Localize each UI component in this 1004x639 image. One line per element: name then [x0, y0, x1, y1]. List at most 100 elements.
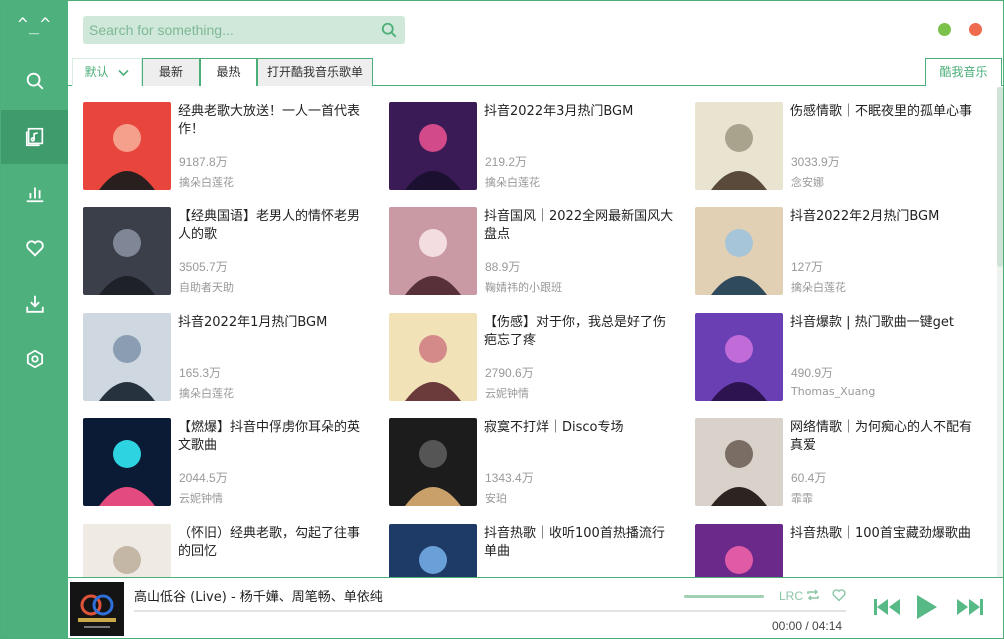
now-playing-cover[interactable]	[70, 582, 124, 636]
playlist-card[interactable]: 网络情歌｜为何痴心的人不配有真爱 60.4万 霏霏	[695, 418, 985, 510]
playlist-card[interactable]: 抖音2022年2月热门BGM 127万擒朵白莲花	[695, 207, 985, 299]
play-count: 2790.6万	[485, 366, 534, 380]
playlist-cover[interactable]	[83, 207, 171, 295]
settings-icon	[26, 349, 43, 369]
playlist-author[interactable]: 擒朵白莲花	[179, 174, 234, 190]
playlist-card[interactable]: 寂寞不打烊｜Disco专场 1343.4万 安珀	[389, 418, 679, 510]
sidebar-item-search[interactable]	[1, 54, 68, 108]
progress-bar[interactable]	[134, 610, 846, 612]
playlist-author[interactable]: 擒朵白莲花	[791, 279, 846, 295]
playlist-cover[interactable]	[83, 418, 171, 506]
lyrics-button[interactable]: LRC	[779, 589, 803, 603]
tab-open-playlist[interactable]: 打开酷我音乐歌单	[257, 58, 373, 86]
playlist-cover[interactable]	[695, 418, 783, 506]
previous-track-icon[interactable]	[872, 593, 902, 621]
playlist-title[interactable]: 抖音2022年3月热门BGM	[484, 103, 676, 121]
playlist-cover[interactable]	[389, 313, 477, 401]
volume-fill	[684, 595, 764, 598]
playlist-card[interactable]: 抖音热歌｜收听100首热播流行单曲	[389, 524, 679, 577]
play-count: 219.2万	[485, 155, 528, 169]
play-icon[interactable]	[915, 593, 939, 621]
playlist-title[interactable]: 抖音2022年1月热门BGM	[178, 314, 370, 332]
playlist-cover[interactable]	[389, 418, 477, 506]
tab-source-kuwo[interactable]: 酷我音乐	[925, 58, 1002, 86]
playlist-card[interactable]: 【经典国语】老男人的情怀老男人的歌 3505.7万 自助者天助	[83, 207, 373, 299]
scrollbar[interactable]	[997, 87, 1003, 577]
play-count: 1343.4万	[485, 471, 534, 485]
playlist-cover[interactable]	[695, 313, 783, 401]
playlist-cover[interactable]	[695, 524, 783, 577]
playlist-title[interactable]: （怀旧）经典老歌，勾起了往事的回忆	[178, 525, 370, 561]
playlist-title[interactable]: 【经典国语】老男人的情怀老男人的歌	[178, 208, 370, 244]
scrollbar-thumb[interactable]	[997, 87, 1003, 267]
playlist-author[interactable]: 云妮钟情	[179, 490, 223, 506]
now-playing-title: 高山低谷 (Live) - 杨千嬅、周笔畅、单依纯	[134, 590, 383, 605]
sort-dropdown[interactable]: 默认	[72, 58, 142, 86]
playlist-author[interactable]: 擒朵白莲花	[485, 174, 540, 190]
playlist-cover[interactable]	[389, 524, 477, 577]
playlist-title[interactable]: 抖音爆款 | 热门歌曲一键get	[790, 314, 982, 332]
playlist-card[interactable]: 抖音2022年3月热门BGM 219.2万 擒朵白莲花	[389, 102, 679, 194]
playlist-cover[interactable]	[83, 524, 171, 577]
playlist-author[interactable]: Thomas_Xuang	[791, 385, 875, 398]
playlist-card[interactable]: 【伤感】对于你，我总是好了伤疤忘了疼 2790.6万 云妮钟情	[389, 313, 679, 405]
playlist-cover[interactable]	[83, 313, 171, 401]
sidebar-item-music-library[interactable]	[1, 110, 68, 164]
playlist-title[interactable]: 经典老歌大放送！一人一首代表作！	[178, 103, 370, 139]
search-input[interactable]	[89, 20, 374, 40]
sidebar-item-downloads[interactable]	[1, 277, 68, 331]
play-count: 127万	[791, 260, 824, 274]
playlist-cover[interactable]	[389, 102, 477, 190]
tab-newest[interactable]: 最新	[142, 58, 200, 86]
playlist-card[interactable]: 抖音热歌｜100首宝藏劲爆歌曲	[695, 524, 985, 577]
playlist-card[interactable]: 抖音爆款 | 热门歌曲一键get 490.9万 Thomas_Xuang	[695, 313, 985, 405]
tab-hottest[interactable]: 最热	[200, 58, 257, 86]
download-icon	[25, 295, 44, 313]
playlist-title[interactable]: 网络情歌｜为何痴心的人不配有真爱	[790, 419, 982, 455]
playlist-title[interactable]: 抖音热歌｜100首宝藏劲爆歌曲	[790, 525, 982, 543]
chart-icon	[26, 187, 43, 203]
playlist-title[interactable]: 【伤感】对于你，我总是好了伤疤忘了疼	[484, 314, 676, 350]
playlist-card[interactable]: （怀旧）经典老歌，勾起了往事的回忆	[83, 524, 373, 577]
heart-icon[interactable]	[831, 587, 847, 603]
playlist-title[interactable]: 抖音2022年2月热门BGM	[790, 208, 982, 226]
playlist-title[interactable]: 伤感情歌｜不眠夜里的孤单心事	[790, 103, 982, 121]
play-count: 165.3万	[179, 366, 222, 380]
playlist-title[interactable]: 【燃爆】抖音中俘虏你耳朵的英文歌曲	[178, 419, 370, 455]
playlist-author[interactable]: 念安娜	[791, 174, 824, 190]
playlist-card[interactable]: 抖音国风｜2022全网最新国风大盘点 88.9万鞠婧祎的小跟班	[389, 207, 679, 299]
sidebar-item-charts[interactable]	[1, 166, 68, 220]
playlist-cover[interactable]	[695, 207, 783, 295]
playlist-title[interactable]: 寂寞不打烊｜Disco专场	[484, 419, 676, 437]
playlist-cover[interactable]	[389, 207, 477, 295]
repeat-icon[interactable]	[805, 587, 821, 603]
playlist-author[interactable]: 霏霏	[791, 490, 813, 506]
playlist-grid: 经典老歌大放送！一人一首代表作！ 9187.8万 擒朵白莲花 抖音2022年3月热门B…	[68, 87, 997, 577]
playlist-author[interactable]: 云妮钟情	[485, 385, 529, 401]
volume-slider[interactable]	[684, 595, 764, 598]
minimize-button[interactable]	[938, 23, 951, 36]
sidebar-item-settings[interactable]	[1, 332, 68, 386]
playlist-author[interactable]: 自助者天助	[179, 279, 234, 295]
playlist-card[interactable]: 【燃爆】抖音中俘虏你耳朵的英文歌曲 2044.5万 云妮钟情	[83, 418, 373, 510]
sort-dropdown-label: 默认	[84, 65, 109, 79]
app-window: ^_^ Search for something... 默认 最新 最热 打开酷…	[0, 0, 1004, 639]
music-library-icon	[25, 127, 43, 147]
playlist-author[interactable]: 安珀	[485, 490, 507, 506]
sidebar-item-favorites[interactable]	[1, 221, 68, 275]
playlist-card[interactable]: 伤感情歌｜不眠夜里的孤单心事 3033.9万 念安娜	[695, 102, 985, 194]
playlist-card[interactable]: 抖音2022年1月热门BGM 165.3万 擒朵白莲花	[83, 313, 373, 405]
play-count: 88.9万	[485, 260, 521, 274]
playlist-author[interactable]: 鞠婧祎的小跟班	[485, 279, 562, 295]
play-count: 3505.7万	[179, 260, 228, 274]
playlist-card[interactable]: 经典老歌大放送！一人一首代表作！ 9187.8万 擒朵白莲花	[83, 102, 373, 194]
play-count: 490.9万	[791, 366, 834, 380]
playlist-cover[interactable]	[83, 102, 171, 190]
playlist-cover[interactable]	[695, 102, 783, 190]
playlist-author[interactable]: 擒朵白莲花	[179, 385, 234, 401]
next-track-icon[interactable]	[955, 593, 985, 621]
search-icon[interactable]	[379, 20, 399, 40]
playlist-title[interactable]: 抖音国风｜2022全网最新国风大盘点	[484, 208, 676, 244]
playlist-title[interactable]: 抖音热歌｜收听100首热播流行单曲	[484, 525, 676, 561]
close-button[interactable]	[969, 23, 982, 36]
